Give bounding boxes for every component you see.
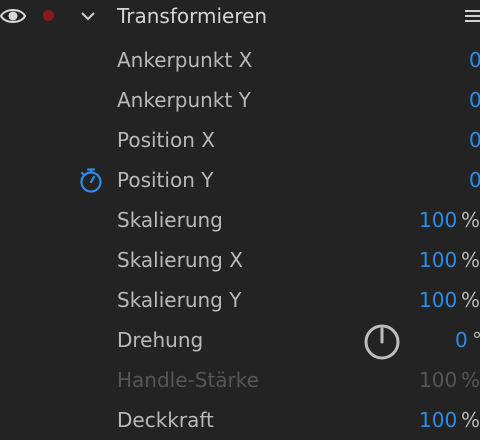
property-value[interactable]: 100 xyxy=(419,248,457,272)
property-value[interactable]: 0 xyxy=(455,328,468,352)
chevron-down-icon[interactable] xyxy=(80,8,96,24)
property-value[interactable]: 0 xyxy=(469,168,480,192)
property-row-skalierung-x: Skalierung X 100 % xyxy=(0,240,480,280)
stopwatch-icon[interactable] xyxy=(78,167,104,193)
hamburger-menu-icon[interactable] xyxy=(465,9,480,23)
effect-title: Transformieren xyxy=(117,4,268,28)
property-unit: % xyxy=(461,248,480,272)
property-unit: % xyxy=(461,288,480,312)
property-label: Deckkraft xyxy=(117,408,214,432)
property-value[interactable]: 0 xyxy=(469,48,480,72)
property-row-deckkraft: Deckkraft 100 % xyxy=(0,400,480,440)
property-unit: % xyxy=(461,368,480,392)
property-label: Skalierung Y xyxy=(117,288,242,312)
property-row-position-x: Position X 0 xyxy=(0,120,480,160)
property-value[interactable]: 100 xyxy=(419,288,457,312)
property-label: Skalierung X xyxy=(117,248,243,272)
record-dot-icon[interactable] xyxy=(43,10,54,21)
property-row-ankerpunkt-y: Ankerpunkt Y 0 xyxy=(0,80,480,120)
rotation-dial-icon[interactable] xyxy=(363,323,401,361)
property-unit: ° xyxy=(472,328,480,352)
property-row-position-y: Position Y 0 xyxy=(0,160,480,200)
property-label: Position X xyxy=(117,128,215,152)
property-label: Skalierung xyxy=(117,208,223,232)
eye-icon[interactable] xyxy=(0,6,26,26)
property-unit: % xyxy=(461,208,480,232)
property-row-ankerpunkt-x: Ankerpunkt X 0 xyxy=(0,40,480,80)
property-value[interactable]: 100 xyxy=(419,208,457,232)
property-label: Drehung xyxy=(117,328,204,352)
property-row-skalierung-y: Skalierung Y 100 % xyxy=(0,280,480,320)
property-row-skalierung: Skalierung 100 % xyxy=(0,200,480,240)
property-label: Position Y xyxy=(117,168,214,192)
property-label: Ankerpunkt Y xyxy=(117,88,251,112)
property-unit: % xyxy=(461,408,480,432)
effect-header: Transformieren xyxy=(0,0,480,34)
property-value[interactable]: 0 xyxy=(469,128,480,152)
property-value[interactable]: 100 xyxy=(419,408,457,432)
property-row-drehung: Drehung 0 ° xyxy=(0,320,480,360)
property-row-handle-staerke: Handle-Stärke 100 % xyxy=(0,360,480,400)
property-label: Ankerpunkt X xyxy=(117,48,253,72)
property-label: Handle-Stärke xyxy=(117,368,259,392)
property-value: 100 xyxy=(419,368,458,392)
property-value[interactable]: 0 xyxy=(469,88,480,112)
